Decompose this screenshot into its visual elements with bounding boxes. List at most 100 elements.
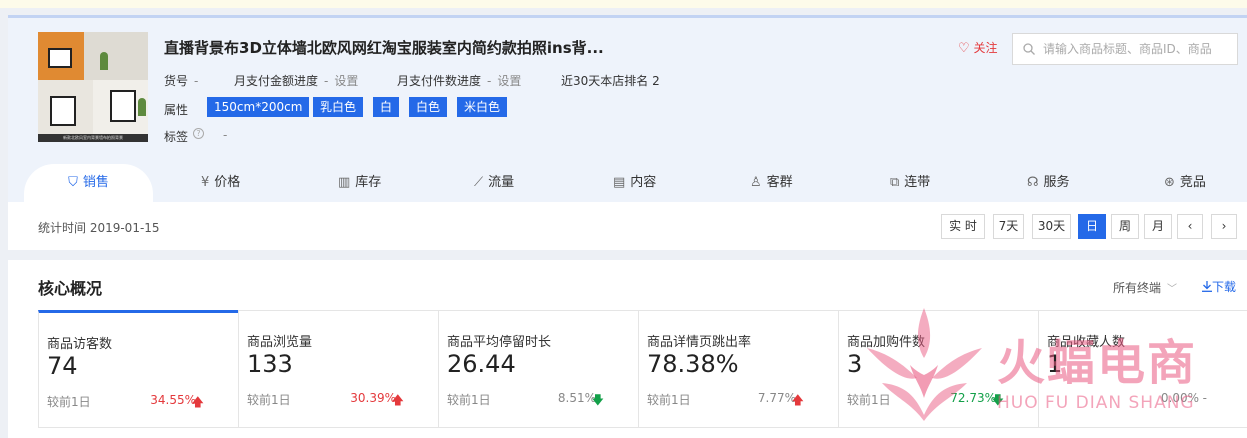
tab-sales[interactable]: ⛉ 销售 bbox=[24, 164, 153, 202]
trend-icon: ⟋ bbox=[474, 175, 484, 190]
attr-tag: 150cm*200cm bbox=[207, 97, 310, 117]
tab-traffic[interactable]: ⟋ 流量 bbox=[474, 164, 514, 202]
product-title[interactable]: 直播背景布3D立体墙北欧风网红淘宝服装室内简约款拍照ins背... bbox=[164, 37, 604, 58]
bag-icon: ⛉ bbox=[68, 175, 78, 190]
metric-change: 8.51% bbox=[557, 391, 596, 405]
metric-value: 3 bbox=[847, 350, 863, 378]
tab-price[interactable]: ¥ 价格 bbox=[201, 164, 240, 202]
attr-tag: 乳白色 bbox=[313, 97, 364, 117]
shop-rank: 近30天本店排名 2 bbox=[561, 74, 660, 88]
dash-icon: - bbox=[1202, 391, 1207, 405]
item-no-label: 货号 bbox=[164, 74, 189, 88]
next-period-button[interactable]: › bbox=[1211, 214, 1237, 239]
link-icon: ⧉ bbox=[890, 175, 900, 190]
headset-icon: ☊ bbox=[1027, 175, 1039, 190]
download-button[interactable]: 下载 bbox=[1202, 278, 1236, 295]
period-month-button[interactable]: 月 bbox=[1144, 214, 1172, 239]
period-30d-button[interactable]: 30天 bbox=[1032, 214, 1071, 239]
monthly-count-progress: 月支付件数进度 - 设置 bbox=[397, 72, 521, 89]
warehouse-icon: ▥ bbox=[338, 175, 351, 190]
metric-name: 商品加购件数 bbox=[847, 335, 926, 350]
metric-value: 74 bbox=[47, 352, 78, 380]
item-no-value: - bbox=[194, 74, 199, 88]
arrow-up-icon: 🡅 bbox=[391, 393, 404, 407]
metric-name: 商品浏览量 bbox=[247, 335, 313, 350]
product-header: 新款北欧风室内背景墙布拍照背景 直播背景布3D立体墙北欧风网红淘宝服装室内简约款… bbox=[8, 18, 1247, 202]
metric-card-bounce-rate[interactable]: 商品详情页跳出率 78.38% 较前1日 7.77% 🡅 bbox=[638, 310, 838, 428]
period-realtime-button[interactable]: 实 时 bbox=[941, 214, 985, 239]
tab-service[interactable]: ☊ 服务 bbox=[1027, 164, 1070, 202]
search-input[interactable] bbox=[1043, 40, 1233, 58]
metric-card-avg-stay[interactable]: 商品平均停留时长 26.44 较前1日 8.51% 🡇 bbox=[438, 310, 638, 428]
metric-compare-label: 较前1日 bbox=[447, 393, 491, 407]
metric-compare-label: 较前1日 bbox=[47, 395, 91, 409]
document-icon: ▤ bbox=[613, 175, 626, 190]
tab-inventory[interactable]: ▥ 库存 bbox=[338, 164, 381, 202]
metric-name: 商品访客数 bbox=[47, 337, 113, 352]
download-icon bbox=[1202, 281, 1212, 292]
attr-tag: 米白色 bbox=[457, 97, 508, 117]
follow-label: 关注 bbox=[973, 41, 998, 55]
tag-value: - bbox=[223, 128, 228, 142]
metric-change: 34.55% bbox=[150, 393, 196, 407]
core-overview-title: 核心概况 bbox=[38, 279, 103, 298]
period-day-button[interactable]: 日 bbox=[1078, 214, 1106, 239]
tab-customers[interactable]: ♙ 客群 bbox=[750, 164, 793, 202]
metric-change: 7.77% bbox=[757, 391, 796, 405]
tab-content[interactable]: ▤ 内容 bbox=[613, 164, 656, 202]
metric-change: 0.00% bbox=[1160, 391, 1199, 405]
terminal-select-value: 所有终端 bbox=[1113, 281, 1162, 295]
chevron-down-icon: ﹀ bbox=[1167, 284, 1178, 295]
tag-label: 标签 bbox=[164, 130, 189, 144]
monthly-amount-value: - bbox=[324, 74, 329, 88]
prev-period-button[interactable]: ‹ bbox=[1177, 214, 1203, 239]
top-notice-strip bbox=[0, 0, 1247, 8]
stat-time-label: 统计时间 2019-01-15 bbox=[38, 221, 160, 235]
arrow-up-icon: 🡅 bbox=[791, 393, 804, 407]
metric-name: 商品收藏人数 bbox=[1047, 335, 1126, 350]
stat-time-bar: 统计时间 2019-01-15 实 时 7天 30天 日 周 月 ‹ › bbox=[8, 202, 1247, 250]
metric-card-pageviews[interactable]: 商品浏览量 133 较前1日 30.39% 🡅 bbox=[238, 310, 438, 428]
arrow-up-icon: 🡅 bbox=[191, 395, 204, 409]
metric-card-add-to-cart[interactable]: 商品加购件数 3 较前1日 72.73% 🡇 bbox=[838, 310, 1038, 428]
metric-change: 30.39% bbox=[350, 391, 396, 405]
product-search[interactable] bbox=[1012, 33, 1238, 65]
chevron-right-icon: › bbox=[1221, 219, 1227, 233]
metric-compare-label: 较前1日 bbox=[247, 393, 291, 407]
attr-tag: 白色 bbox=[409, 97, 448, 117]
metric-compare-label: 较前1日 bbox=[647, 393, 691, 407]
metric-name: 商品详情页跳出率 bbox=[647, 335, 752, 350]
monthly-count-label: 月支付件数进度 bbox=[397, 74, 482, 88]
follow-button[interactable]: ♡ 关注 bbox=[958, 39, 998, 56]
tab-related[interactable]: ⧉ 连带 bbox=[890, 164, 930, 202]
vs-icon: ⊛ bbox=[1164, 175, 1175, 190]
thumbnail-caption: 新款北欧风室内背景墙布拍照背景 bbox=[38, 134, 148, 142]
search-icon bbox=[1023, 43, 1035, 55]
terminal-select[interactable]: 所有终端 ﹀ bbox=[1113, 279, 1177, 296]
users-icon: ♙ bbox=[750, 175, 762, 190]
attr-tag: 白 bbox=[373, 97, 400, 117]
attr-label: 属性 bbox=[164, 103, 189, 117]
monthly-amount-set-link[interactable]: 设置 bbox=[334, 74, 358, 88]
metric-card-visitors[interactable]: 商品访客数 74 较前1日 34.55% 🡅 bbox=[38, 310, 238, 428]
item-no: 货号 - bbox=[164, 72, 198, 89]
tab-competitors[interactable]: ⊛ 竞品 bbox=[1164, 164, 1206, 202]
metric-value: 26.44 bbox=[447, 350, 516, 378]
period-7d-button[interactable]: 7天 bbox=[993, 214, 1024, 239]
period-week-button[interactable]: 周 bbox=[1111, 214, 1139, 239]
metric-card-favorites[interactable]: 商品收藏人数 1 0.00% - bbox=[1038, 310, 1247, 428]
chevron-left-icon: ‹ bbox=[1187, 219, 1193, 233]
monthly-count-set-link[interactable]: 设置 bbox=[497, 74, 521, 88]
yuan-icon: ¥ bbox=[201, 175, 210, 190]
arrow-down-icon: 🡇 bbox=[591, 393, 604, 407]
heart-icon: ♡ bbox=[958, 41, 970, 56]
metric-change: 72.73% bbox=[950, 391, 996, 405]
product-thumbnail[interactable]: 新款北欧风室内背景墙布拍照背景 bbox=[38, 32, 148, 142]
metric-compare-label: 较前1日 bbox=[847, 393, 891, 407]
metric-value: 1 bbox=[1047, 350, 1063, 378]
download-label: 下载 bbox=[1212, 280, 1237, 294]
core-overview: 核心概况 所有终端 ﹀ 下载 商品访客数 74 较前1日 34.55% 🡅 商品浏… bbox=[8, 260, 1247, 438]
help-icon[interactable]: ? bbox=[193, 128, 204, 139]
arrow-down-icon: 🡇 bbox=[991, 393, 1004, 407]
metric-value: 78.38% bbox=[647, 350, 739, 378]
